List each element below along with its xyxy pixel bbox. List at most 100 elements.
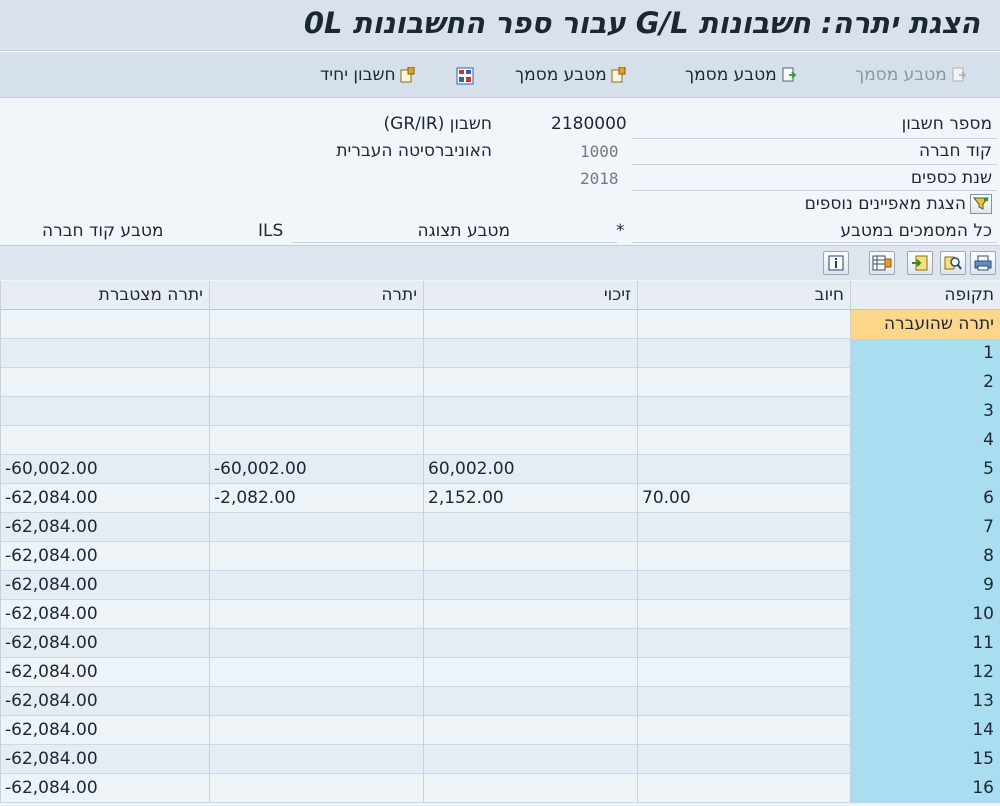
cell-period[interactable]: 6 — [850, 484, 1000, 513]
cell-cumulative[interactable]: -62,084.00 — [0, 687, 209, 716]
cell-cumulative[interactable]: -62,084.00 — [0, 716, 209, 745]
information-icon[interactable] — [823, 251, 849, 275]
cell-credit[interactable] — [423, 310, 637, 339]
cell-balance[interactable] — [209, 571, 423, 600]
cell-credit[interactable] — [423, 600, 637, 629]
cell-debit[interactable] — [637, 397, 850, 426]
cell-credit[interactable] — [423, 745, 637, 774]
cell-balance[interactable] — [209, 542, 423, 571]
cell-balance[interactable] — [209, 426, 423, 455]
cell-debit[interactable] — [637, 600, 850, 629]
cell-debit[interactable] — [637, 513, 850, 542]
table-row[interactable]: 14 -62,084.00 — [0, 716, 1000, 745]
cell-debit[interactable] — [637, 745, 850, 774]
cell-cumulative[interactable] — [0, 426, 209, 455]
table-row[interactable]: 13 -62,084.00 — [0, 687, 1000, 716]
table-row[interactable]: 6 70.00 2,152.00 -2,082.00 -62,084.00 — [0, 484, 1000, 513]
table-row[interactable]: 3 — [0, 397, 1000, 426]
table-row[interactable]: יתרה שהועברה — [0, 310, 1000, 339]
cell-period[interactable]: 13 — [850, 687, 1000, 716]
cell-period[interactable]: 5 — [850, 455, 1000, 484]
cell-balance[interactable] — [209, 513, 423, 542]
cell-balance[interactable] — [209, 687, 423, 716]
table-row[interactable]: 11 -62,084.00 — [0, 629, 1000, 658]
cell-cumulative[interactable] — [0, 339, 209, 368]
cell-debit[interactable] — [637, 629, 850, 658]
cell-period[interactable]: 15 — [850, 745, 1000, 774]
cell-period[interactable]: 11 — [850, 629, 1000, 658]
cell-balance[interactable]: -2,082.00 — [209, 484, 423, 513]
cell-cumulative[interactable]: -62,084.00 — [0, 484, 209, 513]
cell-cumulative[interactable]: -62,084.00 — [0, 600, 209, 629]
cell-debit[interactable] — [637, 571, 850, 600]
cell-cumulative[interactable]: -62,084.00 — [0, 571, 209, 600]
table-row[interactable]: 9 -62,084.00 — [0, 571, 1000, 600]
single-account-button[interactable]: חשבון יחיד — [320, 64, 416, 86]
doc-currency-2-button[interactable]: מטבע מסמך — [515, 64, 627, 86]
cell-debit[interactable] — [637, 542, 850, 571]
cell-debit[interactable] — [637, 716, 850, 745]
cell-balance[interactable] — [209, 774, 423, 803]
calculator-button[interactable] — [456, 64, 474, 86]
table-row[interactable]: 2 — [0, 368, 1000, 397]
cell-balance[interactable] — [209, 397, 423, 426]
cell-credit[interactable] — [423, 687, 637, 716]
cell-period[interactable]: 2 — [850, 368, 1000, 397]
cell-debit[interactable] — [637, 687, 850, 716]
cell-balance[interactable] — [209, 745, 423, 774]
table-row[interactable]: 1 — [0, 339, 1000, 368]
cell-cumulative[interactable] — [0, 397, 209, 426]
cell-cumulative[interactable]: -62,084.00 — [0, 542, 209, 571]
cell-balance[interactable] — [209, 339, 423, 368]
cell-period[interactable]: 16 — [850, 774, 1000, 803]
table-row[interactable]: 8 -62,084.00 — [0, 542, 1000, 571]
cell-credit[interactable] — [423, 397, 637, 426]
cell-balance[interactable] — [209, 368, 423, 397]
export-icon[interactable] — [907, 251, 933, 275]
cell-debit[interactable] — [637, 339, 850, 368]
cell-balance[interactable] — [209, 658, 423, 687]
cell-balance[interactable] — [209, 600, 423, 629]
cell-credit[interactable] — [423, 658, 637, 687]
table-row[interactable]: 10 -62,084.00 — [0, 600, 1000, 629]
cell-period[interactable]: 9 — [850, 571, 1000, 600]
cell-cumulative[interactable]: -60,002.00 — [0, 455, 209, 484]
cell-period[interactable]: 8 — [850, 542, 1000, 571]
table-row[interactable]: 7 -62,084.00 — [0, 513, 1000, 542]
cell-debit[interactable] — [637, 426, 850, 455]
cell-credit[interactable]: 2,152.00 — [423, 484, 637, 513]
doc-currency-button[interactable]: מטבע מסמך — [685, 64, 797, 86]
cell-debit[interactable] — [637, 368, 850, 397]
cell-credit[interactable] — [423, 368, 637, 397]
cell-credit[interactable] — [423, 339, 637, 368]
cell-balance[interactable] — [209, 310, 423, 339]
cell-cumulative[interactable] — [0, 310, 209, 339]
cell-period[interactable]: 12 — [850, 658, 1000, 687]
table-row[interactable]: 5 60,002.00 -60,002.00 -60,002.00 — [0, 455, 1000, 484]
cell-debit[interactable] — [637, 774, 850, 803]
cell-debit[interactable] — [637, 455, 850, 484]
cell-cumulative[interactable]: -62,084.00 — [0, 658, 209, 687]
table-row[interactable]: 16 -62,084.00 — [0, 774, 1000, 803]
print-icon[interactable] — [970, 251, 996, 275]
cell-credit[interactable]: 60,002.00 — [423, 455, 637, 484]
cell-credit[interactable] — [423, 426, 637, 455]
cell-credit[interactable] — [423, 774, 637, 803]
cell-balance[interactable]: -60,002.00 — [209, 455, 423, 484]
column-header-cumulative[interactable]: יתרה מצטברת — [0, 281, 209, 310]
table-row[interactable]: 12 -62,084.00 — [0, 658, 1000, 687]
table-row[interactable]: 15 -62,084.00 — [0, 745, 1000, 774]
table-row[interactable]: 4 — [0, 426, 1000, 455]
cell-cumulative[interactable]: -62,084.00 — [0, 745, 209, 774]
cell-debit[interactable] — [637, 310, 850, 339]
cell-period[interactable]: 14 — [850, 716, 1000, 745]
cell-period[interactable]: 3 — [850, 397, 1000, 426]
cell-period[interactable]: 1 — [850, 339, 1000, 368]
cell-balance[interactable] — [209, 629, 423, 658]
cell-debit[interactable]: 70.00 — [637, 484, 850, 513]
cell-debit[interactable] — [637, 658, 850, 687]
cell-balance[interactable] — [209, 716, 423, 745]
cell-credit[interactable] — [423, 629, 637, 658]
find-icon[interactable] — [940, 251, 966, 275]
column-header-period[interactable]: תקופה — [850, 281, 1000, 310]
